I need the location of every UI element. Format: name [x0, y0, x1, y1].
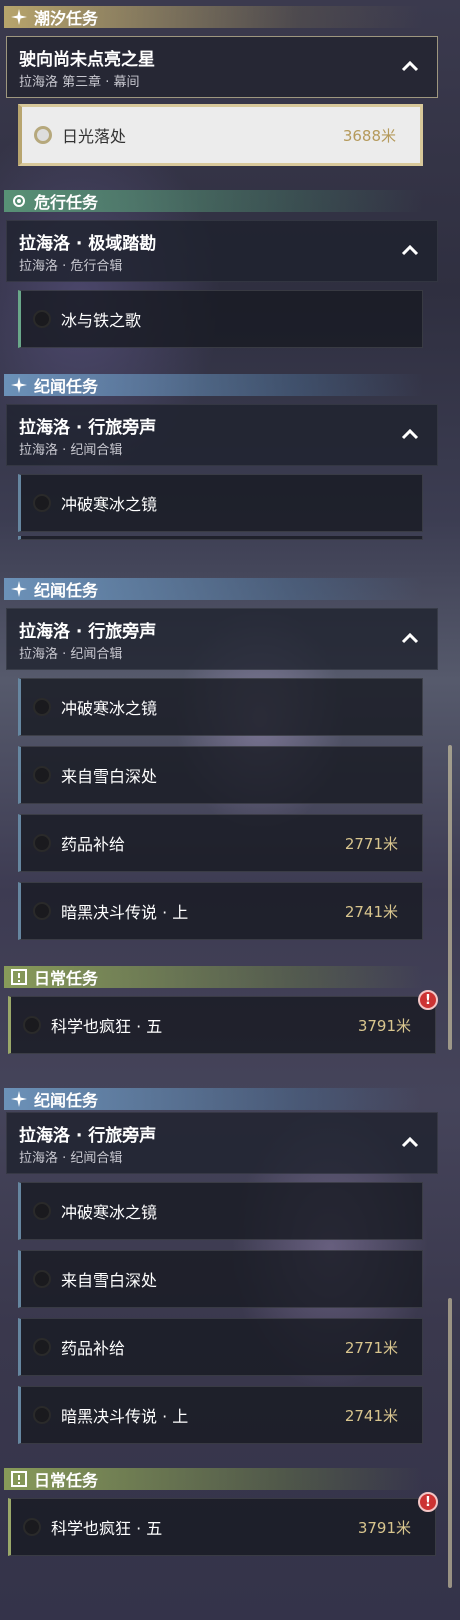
task-item[interactable]: 暗黑决斗传说 · 上 2741米 — [18, 882, 423, 940]
group-title: 拉海洛 · 行旅旁声 — [19, 622, 157, 642]
sparkle-icon — [10, 1090, 28, 1108]
task-status-icon — [33, 766, 51, 784]
group-subtitle: 拉海洛 · 危行合辑 — [19, 259, 123, 274]
group-danger[interactable]: 拉海洛 · 极域踏勘 拉海洛 · 危行合辑 — [6, 220, 438, 282]
chevron-up-icon[interactable] — [401, 629, 419, 647]
alert-icon — [10, 1470, 28, 1488]
task-distance: 2741米 — [344, 902, 398, 921]
sparkle-icon — [10, 376, 28, 394]
task-status-icon — [33, 310, 51, 328]
task-label: 暗黑决斗传说 · 上 — [61, 903, 189, 922]
task-item[interactable]: 来自雪白深处 — [18, 1250, 423, 1308]
task-item[interactable]: 来自雪白深处 — [18, 746, 423, 804]
task-mirror[interactable]: 冲破寒冰之镜 — [18, 474, 423, 532]
task-label: 冲破寒冰之镜 — [61, 495, 158, 514]
group-subtitle: 拉海洛 · 纪闻合辑 — [19, 443, 123, 458]
task-item[interactable]: 药品补给 2771米 — [18, 814, 423, 872]
group-title: 拉海洛 · 行旅旁声 — [19, 1126, 157, 1146]
task-label: 冰与铁之歌 — [61, 311, 142, 330]
task-distance: 3688米 — [342, 126, 396, 145]
chevron-up-icon[interactable] — [401, 57, 419, 75]
sparkle-icon — [10, 8, 28, 26]
warning-icon: ! — [418, 990, 438, 1010]
category-label: 日常任务 — [34, 969, 99, 988]
task-status-icon — [34, 126, 52, 144]
gear-icon — [10, 192, 28, 210]
warning-icon: ! — [418, 1492, 438, 1512]
task-label: 暗黑决斗传说 · 上 — [61, 1407, 189, 1426]
task-distance: 2771米 — [344, 1338, 398, 1357]
task-status-icon — [33, 698, 51, 716]
alert-icon — [10, 968, 28, 986]
category-record: 纪闻任务 — [4, 1088, 423, 1110]
category-daily: 日常任务 — [4, 1468, 423, 1490]
task-status-icon — [33, 1338, 51, 1356]
task-label: 冲破寒冰之镜 — [61, 699, 158, 718]
task-label: 药品补给 — [61, 1339, 126, 1358]
task-item[interactable]: 冲破寒冰之镜 — [18, 678, 423, 736]
group-subtitle: 拉海洛 · 纪闻合辑 — [19, 647, 123, 662]
task-sunset[interactable]: 日光落处 3688米 — [18, 104, 423, 166]
category-label: 纪闻任务 — [34, 1091, 99, 1110]
task-label: 科学也疯狂 · 五 — [51, 1519, 163, 1538]
task-daily[interactable]: 科学也疯狂 · 五 3791米 — [8, 1498, 436, 1556]
task-status-icon — [23, 1016, 41, 1034]
task-label: 冲破寒冰之镜 — [61, 1203, 158, 1222]
task-label: 来自雪白深处 — [61, 1271, 158, 1290]
category-label: 纪闻任务 — [34, 377, 99, 396]
task-item[interactable]: 药品补给 2771米 — [18, 1318, 423, 1376]
group-record[interactable]: 拉海洛 · 行旅旁声 拉海洛 · 纪闻合辑 — [6, 608, 438, 670]
task-item[interactable]: 暗黑决斗传说 · 上 2741米 — [18, 1386, 423, 1444]
category-label: 潮汐任务 — [34, 9, 99, 28]
quest-panel-1: 潮汐任务 驶向尚未点亮之星 拉海洛 第三章 · 幕间 日光落处 3688米 危行… — [0, 0, 460, 540]
quest-panel-3: 纪闻任务 拉海洛 · 行旅旁声 拉海洛 · 纪闻合辑 冲破寒冰之镜 来自雪白深处… — [0, 1080, 460, 1620]
category-danger: 危行任务 — [4, 190, 423, 212]
group-title: 拉海洛 · 极域踏勘 — [19, 234, 157, 254]
group-subtitle: 拉海洛 · 纪闻合辑 — [19, 1151, 123, 1166]
scrollbar[interactable] — [448, 745, 452, 1050]
chevron-up-icon[interactable] — [401, 1133, 419, 1151]
task-label: 科学也疯狂 · 五 — [51, 1017, 163, 1036]
task-icefire[interactable]: 冰与铁之歌 — [18, 290, 423, 348]
task-daily[interactable]: 科学也疯狂 · 五 3791米 — [8, 996, 436, 1054]
task-distance: 2771米 — [344, 834, 398, 853]
group-subtitle: 拉海洛 第三章 · 幕间 — [19, 75, 140, 90]
task-status-icon — [33, 1270, 51, 1288]
category-daily: 日常任务 — [4, 966, 423, 988]
category-record: 纪闻任务 — [4, 374, 423, 396]
task-status-icon — [33, 1406, 51, 1424]
category-record: 纪闻任务 — [4, 578, 423, 600]
category-label: 危行任务 — [34, 193, 99, 212]
group-tide[interactable]: 驶向尚未点亮之星 拉海洛 第三章 · 幕间 — [6, 36, 438, 98]
task-status-icon — [33, 1202, 51, 1220]
chevron-up-icon[interactable] — [401, 425, 419, 443]
category-label: 日常任务 — [34, 1471, 99, 1490]
category-label: 纪闻任务 — [34, 581, 99, 600]
task-distance: 3791米 — [357, 1518, 411, 1537]
group-title: 驶向尚未点亮之星 — [19, 50, 155, 70]
group-record[interactable]: 拉海洛 · 行旅旁声 拉海洛 · 纪闻合辑 — [6, 1112, 438, 1174]
task-label: 药品补给 — [61, 835, 126, 854]
group-record[interactable]: 拉海洛 · 行旅旁声 拉海洛 · 纪闻合辑 — [6, 404, 438, 466]
group-title: 拉海洛 · 行旅旁声 — [19, 418, 157, 438]
task-status-icon — [33, 902, 51, 920]
sparkle-icon — [10, 580, 28, 598]
chevron-up-icon[interactable] — [401, 241, 419, 259]
task-label: 来自雪白深处 — [61, 767, 158, 786]
quest-panel-2: 纪闻任务 拉海洛 · 行旅旁声 拉海洛 · 纪闻合辑 冲破寒冰之镜 来自雪白深处… — [0, 540, 460, 1080]
task-status-icon — [33, 494, 51, 512]
task-distance: 2741米 — [344, 1406, 398, 1425]
category-tide: 潮汐任务 — [4, 6, 423, 28]
task-status-icon — [23, 1518, 41, 1536]
task-item[interactable]: 冲破寒冰之镜 — [18, 1182, 423, 1240]
task-status-icon — [33, 834, 51, 852]
task-label: 日光落处 — [62, 127, 127, 146]
task-distance: 3791米 — [357, 1016, 411, 1035]
scrollbar[interactable] — [448, 1298, 452, 1588]
